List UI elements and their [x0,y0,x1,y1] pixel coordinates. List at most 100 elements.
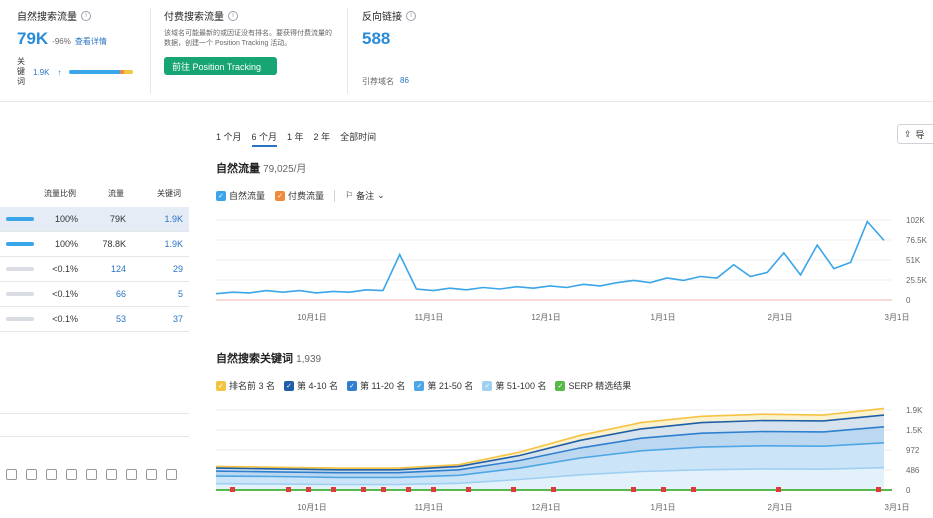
divider [347,8,348,94]
table-row[interactable]: <0.1% 124 29 [0,257,189,282]
table-row[interactable]: <0.1% 53 37 [0,307,189,332]
keywords-cell[interactable]: 1.9K [164,239,183,249]
cap-icon[interactable] [106,469,117,480]
y-tick-label: 76.5K [906,236,928,245]
legend-label: 第 4-10 名 [297,381,339,391]
note-marker[interactable] [286,487,291,492]
play-icon[interactable] [26,469,37,480]
note-marker[interactable] [331,487,336,492]
circle-dot-icon[interactable] [46,469,57,480]
legend-item[interactable]: ✓ 第 21-50 名 [414,379,473,392]
traffic-chart-title: 自然流量 79,025/月 [216,160,306,176]
info-icon[interactable]: i [406,10,416,21]
note-marker[interactable] [551,487,556,492]
share-cell: 100% [54,214,78,224]
legend-item[interactable]: ✓ SERP 精选结果 [555,379,631,392]
organic-card: 自然搜索流量 i 79K -96% 查看详情 关键词 1.9K ↑ [17,8,147,87]
traffic-cell[interactable]: 66 [116,289,126,299]
store-icon[interactable] [146,469,157,480]
note-marker[interactable] [406,487,411,492]
table-row[interactable]: <0.1% 66 5 [0,282,189,307]
keywords-cell[interactable]: 5 [178,289,183,299]
keywords-area-chart[interactable]: 1.9K 1.5K 972 486 0 10月1日 11月1日 12月1日 1月1日 2月1日 3月… [216,402,933,518]
traffic-cell[interactable]: 78.8K [102,239,126,249]
keywords-cell[interactable]: 29 [173,264,183,274]
info-icon[interactable]: i [228,10,238,21]
organic-details-link[interactable]: 查看详情 [75,36,107,47]
legend-item[interactable]: ✓ 第 4-10 名 [284,379,338,392]
organic-traffic-line[interactable] [216,220,885,295]
organic-value[interactable]: 79K [17,29,48,49]
tab-time-range[interactable]: 1 年 [287,130,304,147]
checkbox-icon: ✓ [347,380,358,391]
y-tick-label: 1.9K [906,406,923,415]
x-logo-icon[interactable] [166,469,177,480]
time-range-tabs: 1 个月 6 个月 1 年 2 年全部时间 [216,130,376,147]
traffic-cell[interactable]: 53 [116,314,126,324]
traffic-cell[interactable]: 79K [110,214,126,224]
note-marker[interactable] [230,487,235,492]
note-marker[interactable] [776,487,781,492]
y-tick-label: 0 [906,296,911,305]
x-tick-label: 1月1日 [651,313,676,322]
keywords-title: 自然搜索关键词 [216,353,293,365]
legend-label: 排名前 3 名 [229,381,276,391]
checkbox-icon: ✓ [275,190,286,201]
note-marker[interactable] [691,487,696,492]
tab-time-range[interactable]: 6 个月 [251,130,278,147]
backlinks-value[interactable]: 588 [362,29,492,49]
doc-icon[interactable] [126,469,137,480]
summary-band: 自然搜索流量 i 79K -96% 查看详情 关键词 1.9K ↑ 付费搜索流量 i… [0,0,933,102]
share-bar [6,267,34,271]
legend-item[interactable]: ✓ 第 51-100 名 [482,379,546,392]
notes-dropdown[interactable]: ⚐ 备注 ⌄ [345,189,385,202]
x-tick-label: 10月1日 [297,313,326,322]
tab-time-range[interactable]: 2 年 [314,130,331,147]
pin-icon[interactable] [86,469,97,480]
checkbox-icon: ✓ [414,380,425,391]
backlinks-title: 反向链接 [362,12,402,23]
comment-icon[interactable] [66,469,77,480]
circle-icon[interactable] [6,469,17,480]
kw-value[interactable]: 1.9K [33,68,49,77]
note-marker[interactable] [306,487,311,492]
legend-paid[interactable]: ✓ 付费流量 [275,189,324,202]
note-marker[interactable] [511,487,516,492]
traffic-line-chart[interactable]: 102K 76.5K 51K 25.5K 0 10月1日 11月1日 12月1日 1月1日 2月1… [216,212,933,324]
position-tracking-button[interactable]: 前往 Position Tracking [164,57,277,75]
note-marker[interactable] [361,487,366,492]
col-header-share: 流量比例 [44,189,76,198]
note-marker[interactable] [431,487,436,492]
note-marker[interactable] [876,487,881,492]
info-icon[interactable]: i [81,10,91,21]
legend-item[interactable]: ✓ 排名前 3 名 [216,379,275,392]
legend-label: 第 51-100 名 [495,381,547,391]
paid-title: 付费搜索流量 [164,12,224,23]
tab-time-range[interactable]: 1 个月 [216,130,242,147]
y-tick-label: 486 [906,466,920,475]
legend-item[interactable]: ✓ 第 11-20 名 [347,379,405,392]
legend-organic[interactable]: ✓ 自然流量 [216,189,265,202]
note-marker[interactable] [466,487,471,492]
traffic-cell[interactable]: 124 [111,264,126,274]
legend-label: 付费流量 [288,191,325,201]
note-marker[interactable] [381,487,386,492]
share-bar [6,242,34,246]
x-tick-label: 11月1日 [415,503,444,512]
ref-domains-value[interactable]: 86 [400,76,409,87]
keywords-cell[interactable]: 37 [173,314,183,324]
checkbox-icon: ✓ [216,190,226,201]
note-marker[interactable] [631,487,636,492]
keywords-cell[interactable]: 1.9K [164,214,183,224]
tab-time-range[interactable]: 全部时间 [340,130,376,147]
table-row[interactable]: 100% 79K 1.9K [0,207,189,232]
share-cell: <0.1% [52,314,78,324]
table-row[interactable]: 100% 78.8K 1.9K [0,232,189,257]
export-button[interactable]: ⇪ 导 [897,124,933,144]
kw-arrow-icon: ↑ [57,67,62,77]
note-marker[interactable] [661,487,666,492]
upload-icon: ⇪ [904,128,912,139]
kw-distribution-bar [69,70,134,74]
paid-card: 付费搜索流量 i 该域名可能最新的或因证没有排名。要获得付费流量的数据，创建一个 … [164,8,339,75]
y-tick-label: 1.5K [906,426,923,435]
